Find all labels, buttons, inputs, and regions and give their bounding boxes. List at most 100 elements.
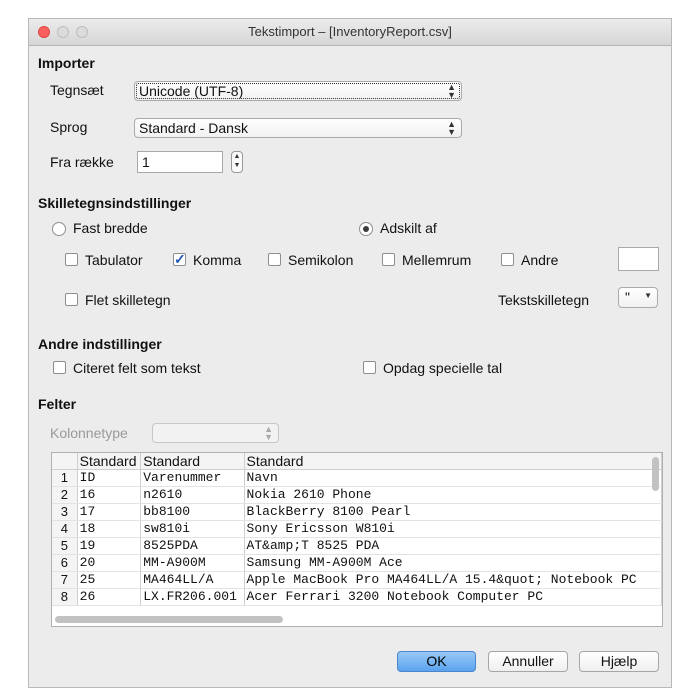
from-row-label: Fra række	[50, 154, 114, 170]
up-down-arrows-icon: ▲ ▼	[447, 82, 456, 100]
table-cell: LX.FR206.001	[140, 588, 245, 606]
fixed-width-label: Fast bredde	[73, 220, 148, 236]
window-title: Tekstimport – [InventoryReport.csv]	[248, 24, 452, 39]
language-select-value: Standard - Dansk	[139, 120, 248, 136]
cancel-button[interactable]: Annuller	[488, 651, 568, 672]
corner-cell	[52, 453, 78, 470]
merge-separators-checkbox[interactable]	[65, 293, 78, 306]
table-cell: AT&amp;T 8525 PDA	[244, 537, 662, 555]
detect-special-numbers-checkbox[interactable]	[363, 361, 376, 374]
text-delimiter-label: Tekstskilletegn	[498, 292, 590, 308]
table-cell: n2610	[140, 486, 245, 504]
checkmark-icon: ✓	[174, 251, 186, 267]
ok-button[interactable]: OK	[397, 651, 476, 672]
table-cell: bb8100	[140, 503, 245, 521]
column-header[interactable]: Standard	[140, 453, 245, 470]
row-number: 3	[52, 503, 78, 521]
fields-heading: Felter	[38, 396, 77, 412]
tab-checkbox[interactable]	[65, 253, 78, 266]
table-cell: Samsung MM-A900M Ace	[244, 554, 662, 572]
quoted-as-text-label: Citeret felt som tekst	[73, 360, 201, 376]
separator-options-heading: Skilletegnsindstillinger	[38, 195, 192, 211]
table-cell: ID	[77, 469, 142, 487]
from-row-stepper[interactable]: ▲ ▼	[231, 151, 243, 173]
fixed-width-radio[interactable]	[52, 222, 66, 236]
preview-table: Standard Standard Standard 1 ID Varenumm…	[52, 453, 662, 606]
table-cell: MM-A900M	[140, 554, 245, 572]
up-down-arrows-icon: ▲ ▼	[264, 424, 273, 442]
table-cell: Acer Ferrari 3200 Notebook Computer PC	[244, 588, 662, 606]
language-select[interactable]: Standard - Dansk ▲ ▼	[134, 118, 462, 138]
table-row: 6 20 MM-A900M Samsung MM-A900M Ace	[52, 554, 662, 572]
help-button[interactable]: Hjælp	[579, 651, 659, 672]
table-cell: sw810i	[140, 520, 245, 538]
other-separator-input[interactable]	[618, 247, 659, 271]
text-delimiter-combo[interactable]: " ▼	[618, 287, 658, 308]
horizontal-scrollbar[interactable]	[55, 616, 283, 623]
charset-select[interactable]: Unicode (UTF-8) ▲ ▼	[134, 81, 462, 101]
column-type-select[interactable]: ▲ ▼	[152, 423, 279, 443]
table-cell: 16	[77, 486, 142, 504]
separated-by-radio[interactable]	[359, 222, 373, 236]
import-heading: Importer	[38, 55, 95, 71]
row-number: 2	[52, 486, 78, 504]
row-number: 4	[52, 520, 78, 538]
up-down-arrows-icon: ▲ ▼	[447, 119, 456, 137]
row-number: 5	[52, 537, 78, 555]
table-cell: BlackBerry 8100 Pearl	[244, 503, 662, 521]
table-cell: 26	[77, 588, 142, 606]
from-row-input[interactable]: 1	[137, 151, 223, 173]
table-cell: 20	[77, 554, 142, 572]
text-import-dialog: Tekstimport – [InventoryReport.csv] Impo…	[28, 18, 672, 688]
other-options-heading: Andre indstillinger	[38, 336, 162, 352]
table-cell: 17	[77, 503, 142, 521]
row-number: 1	[52, 469, 78, 487]
table-row: 7 25 MA464LL/A Apple MacBook Pro MA464LL…	[52, 571, 662, 589]
stepper-icon: ▲ ▼	[233, 153, 241, 169]
row-number: 8	[52, 588, 78, 606]
text-delimiter-value: "	[625, 289, 630, 305]
table-cell: Varenummer	[140, 469, 245, 487]
charset-select-value: Unicode (UTF-8)	[139, 83, 244, 99]
table-cell: Sony Ericsson W810i	[244, 520, 662, 538]
comma-checkbox[interactable]: ✓	[173, 251, 186, 267]
table-cell: 19	[77, 537, 142, 555]
column-header[interactable]: Standard	[77, 453, 142, 470]
table-row: 8 26 LX.FR206.001 Acer Ferrari 3200 Note…	[52, 588, 662, 606]
comma-label: Komma	[193, 252, 242, 268]
table-row: 2 16 n2610 Nokia 2610 Phone	[52, 486, 662, 504]
row-number: 7	[52, 571, 78, 589]
table-cell: Nokia 2610 Phone	[244, 486, 662, 504]
preview-grid[interactable]: Standard Standard Standard 1 ID Varenumm…	[51, 452, 663, 627]
quoted-as-text-checkbox[interactable]	[53, 361, 66, 374]
detect-special-numbers-label: Opdag specielle tal	[383, 360, 503, 376]
vertical-scrollbar[interactable]	[652, 457, 659, 491]
table-header-row: Standard Standard Standard	[52, 453, 662, 470]
separated-by-label: Adskilt af	[380, 220, 437, 236]
other-label: Andre	[521, 252, 559, 268]
row-number: 6	[52, 554, 78, 572]
table-cell: Navn	[244, 469, 662, 487]
table-row: 5 19 8525PDA AT&amp;T 8525 PDA	[52, 537, 662, 555]
chevron-down-icon: ▼	[644, 291, 652, 300]
table-row: 3 17 bb8100 BlackBerry 8100 Pearl	[52, 503, 662, 521]
merge-separators-label: Flet skilletegn	[85, 292, 171, 308]
table-cell: 25	[77, 571, 142, 589]
table-cell: MA464LL/A	[140, 571, 245, 589]
column-header[interactable]: Standard	[244, 453, 662, 470]
table-cell: 18	[77, 520, 142, 538]
tab-label: Tabulator	[85, 252, 143, 268]
table-cell: Apple MacBook Pro MA464LL/A 15.4&quot; N…	[244, 571, 662, 589]
column-type-label: Kolonnetype	[50, 425, 128, 441]
semicolon-label: Semikolon	[288, 252, 354, 268]
charset-label: Tegnsæt	[50, 82, 104, 98]
space-checkbox[interactable]	[382, 253, 395, 266]
space-label: Mellemrum	[402, 252, 472, 268]
other-checkbox[interactable]	[501, 253, 514, 266]
table-cell: 8525PDA	[140, 537, 245, 555]
language-label: Sprog	[50, 119, 88, 135]
semicolon-checkbox[interactable]	[268, 253, 281, 266]
table-row: 4 18 sw810i Sony Ericsson W810i	[52, 520, 662, 538]
table-row: 1 ID Varenummer Navn	[52, 469, 662, 487]
title-bar: Tekstimport – [InventoryReport.csv]	[29, 19, 671, 46]
